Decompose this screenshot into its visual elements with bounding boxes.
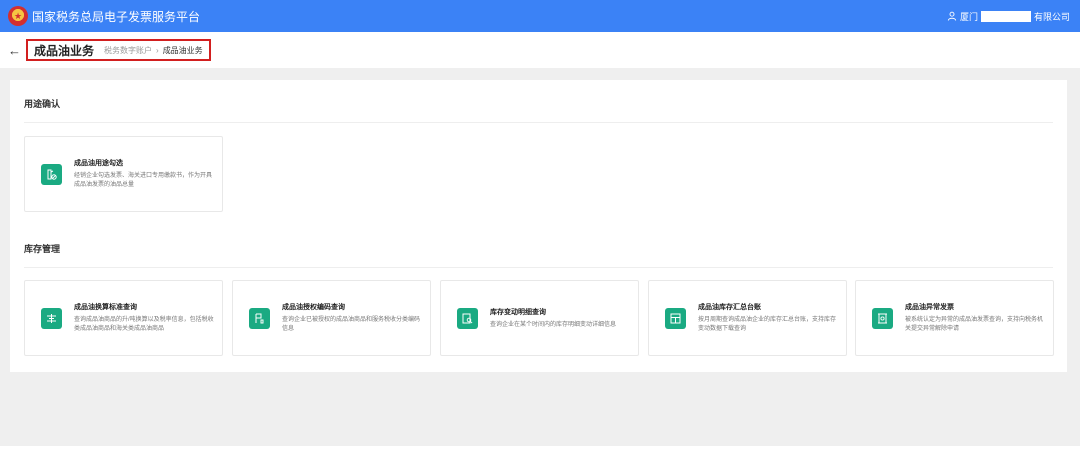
user-name-suffix: 有限公司 [1033,11,1070,22]
top-bar: ★ 国家税务总局电子发票服务平台 厦门 有限公司 [0,0,1080,32]
card-title: 成品油授权编码查询 [282,304,345,311]
footer-strip [0,446,1080,450]
breadcrumb-separator-icon: › [156,45,159,55]
page-title: 成品油业务 [34,43,95,58]
card-desc: 按月周期查询成品油企业的库存汇总台账，支持库存变动数据下载查询 [698,317,837,332]
card-title: 成品油换算标准查询 [74,304,137,311]
highlighted-title-box: 成品油业务 税务数字账户 › 成品油业务 [26,39,211,61]
inventory-search-icon [457,307,478,329]
card-inventory-summary-ledger[interactable]: 成品油库存汇总台账 按月周期查询成品油企业的库存汇总台账，支持库存变动数据下载查… [648,280,847,356]
section-title-usage: 用途确认 [24,99,61,109]
card-oil-usage-check[interactable]: 成品油用途勾选 经销企业勾选发票、海关进口专用缴款书，作为开具成品油发票的油品总… [24,136,223,212]
main-panel: 用途确认 成品油用途勾选 经销企业勾选发票、海关进口专用缴款书，作为开具成品油发… [10,80,1067,372]
auth-code-icon [249,307,270,329]
sub-header: ← 成品油业务 税务数字账户 › 成品油业务 [0,32,1080,68]
tax-emblem-icon: ★ [8,6,28,26]
conversion-icon [41,307,62,329]
card-title: 成品油库存汇总台账 [698,304,761,311]
card-desc: 查询企业已被授权的成品油商品和服务税收分类编码信息 [282,317,421,332]
breadcrumb-item-account[interactable]: 税务数字账户 [104,45,152,56]
brand[interactable]: ★ 国家税务总局电子发票服务平台 [8,6,200,26]
card-title: 库存变动明细查询 [490,308,546,316]
breadcrumb-item-current: 成品油业务 [162,45,203,55]
card-desc: 查询成品油商品的升/吨换算以及税率信息，包括税收类成品油商品和海关类成品油商品 [74,317,214,332]
ledger-icon [665,307,686,329]
abnormal-invoice-icon [872,307,893,329]
redacted-block [980,10,1031,22]
card-conversion-standard-query[interactable]: 成品油换算标准查询 查询成品油商品的升/吨换算以及税率信息，包括税收类成品油商品… [24,280,223,356]
section-divider [24,267,1053,268]
card-auth-code-query[interactable]: 成品油授权编码查询 查询企业已被授权的成品油商品和服务税收分类编码信息 [232,280,431,356]
breadcrumb: 税务数字账户 › 成品油业务 [104,45,203,56]
card-title: 成品油用途勾选 [74,160,123,167]
user-account[interactable]: 厦门 有限公司 [947,10,1070,23]
card-desc: 被系统认定为异常的成品油发票查询，支持向税务机关提交异常解除申请 [905,317,1044,332]
back-arrow-icon[interactable]: ← [8,43,21,58]
section-divider [24,122,1053,123]
card-desc: 查询企业在某个时间内的库存明细变动详细信息 [490,321,617,328]
user-icon [947,11,957,21]
card-title: 成品油异常发票 [905,304,954,311]
oil-check-icon [41,163,62,185]
card-abnormal-invoice[interactable]: 成品油异常发票 被系统认定为异常的成品油发票查询，支持向税务机关提交异常解除申请 [855,280,1054,356]
user-name-prefix: 厦门 [959,11,978,22]
section-title-inventory: 库存管理 [24,244,61,254]
card-inventory-change-query[interactable]: 库存变动明细查询 查询企业在某个时间内的库存明细变动详细信息 [440,280,639,356]
app-title: 国家税务总局电子发票服务平台 [32,9,201,24]
card-desc: 经销企业勾选发票、海关进口专用缴款书，作为开具成品油发票的油品总量 [74,173,213,188]
